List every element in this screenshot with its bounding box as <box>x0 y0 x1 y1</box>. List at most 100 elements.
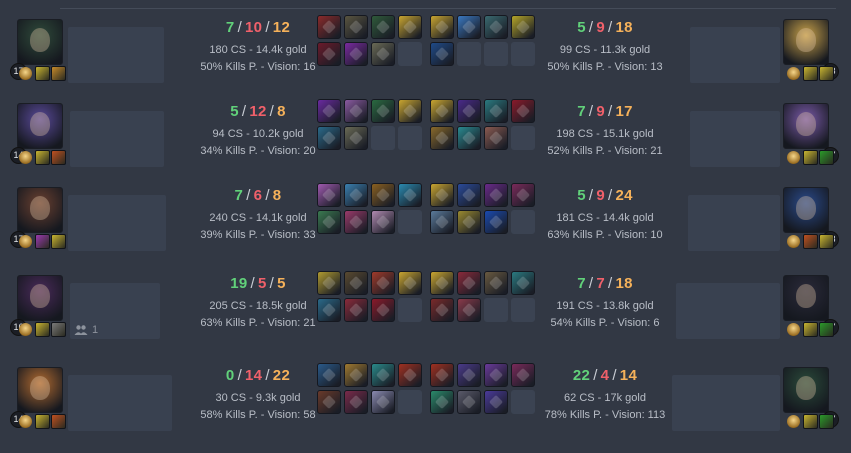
item-icon-detail <box>321 187 337 203</box>
item-icon[interactable] <box>398 15 422 39</box>
item-icon[interactable] <box>344 390 368 414</box>
item-icon[interactable] <box>457 15 481 39</box>
item-icon-detail <box>321 394 337 410</box>
item-icon[interactable] <box>371 15 395 39</box>
item-icon[interactable] <box>317 271 341 295</box>
item-icon[interactable] <box>457 99 481 123</box>
player-name-hidden <box>690 111 780 167</box>
item-icon[interactable] <box>371 99 395 123</box>
champion-portrait[interactable] <box>17 187 63 233</box>
summoner-spell-icon <box>819 150 834 165</box>
item-icon[interactable] <box>511 271 535 295</box>
item-icon[interactable] <box>371 183 395 207</box>
item-icon[interactable] <box>430 298 454 322</box>
item-icon[interactable] <box>371 271 395 295</box>
item-icon[interactable] <box>457 298 481 322</box>
champion-portrait[interactable] <box>17 19 63 65</box>
item-icon[interactable] <box>398 183 422 207</box>
item-icon[interactable] <box>430 42 454 66</box>
item-icon[interactable] <box>457 271 481 295</box>
item-icon[interactable] <box>457 363 481 387</box>
champion-portrait[interactable] <box>783 19 829 65</box>
kills: 22 <box>572 367 591 384</box>
item-icon-detail <box>461 214 477 230</box>
item-icon[interactable] <box>430 363 454 387</box>
item-icon[interactable] <box>344 271 368 295</box>
item-icon[interactable] <box>344 99 368 123</box>
champion-portrait[interactable] <box>783 187 829 233</box>
item-icon[interactable] <box>371 298 395 322</box>
party-icon <box>74 325 88 335</box>
champion-portrait[interactable] <box>783 367 829 413</box>
item-icon[interactable] <box>430 210 454 234</box>
assists: 12 <box>272 19 291 36</box>
item-icon[interactable] <box>457 126 481 150</box>
item-icon[interactable] <box>457 390 481 414</box>
item-icon[interactable] <box>344 15 368 39</box>
item-icon-detail <box>348 103 364 119</box>
summoner-spell-icon <box>51 234 66 249</box>
item-icon[interactable] <box>511 15 535 39</box>
item-icon[interactable] <box>398 363 422 387</box>
item-icon[interactable] <box>344 183 368 207</box>
item-icon[interactable] <box>344 210 368 234</box>
item-icon[interactable] <box>430 126 454 150</box>
item-icon[interactable] <box>344 126 368 150</box>
item-icon-detail <box>461 302 477 318</box>
item-icon[interactable] <box>317 363 341 387</box>
item-icon[interactable] <box>484 390 508 414</box>
item-icon[interactable] <box>344 42 368 66</box>
item-icon-detail <box>375 275 391 291</box>
item-icon[interactable] <box>484 15 508 39</box>
item-icon[interactable] <box>430 99 454 123</box>
deaths: 6 <box>253 187 263 204</box>
item-icon-detail <box>321 19 337 35</box>
item-icon[interactable] <box>371 42 395 66</box>
item-icon[interactable] <box>457 210 481 234</box>
item-icon[interactable] <box>484 126 508 150</box>
item-icon[interactable] <box>511 183 535 207</box>
item-icon[interactable] <box>484 271 508 295</box>
champion-portrait[interactable] <box>17 367 63 413</box>
item-icon[interactable] <box>317 183 341 207</box>
champion-portrait[interactable] <box>17 275 63 321</box>
kills: 7 <box>225 19 235 36</box>
item-icon[interactable] <box>511 363 535 387</box>
item-icon[interactable] <box>344 298 368 322</box>
kill-participation-vision: 63% Kills P. - Vision: 10 <box>547 229 663 241</box>
item-icon[interactable] <box>317 390 341 414</box>
item-icon[interactable] <box>398 271 422 295</box>
item-icon[interactable] <box>344 363 368 387</box>
champion-portrait[interactable] <box>783 103 829 149</box>
item-icon[interactable] <box>484 210 508 234</box>
item-icon[interactable] <box>511 99 535 123</box>
item-icon[interactable] <box>430 183 454 207</box>
deaths: 5 <box>257 275 267 292</box>
assists: 14 <box>619 367 638 384</box>
item-icon[interactable] <box>457 183 481 207</box>
summoner-spell-icon <box>35 322 50 337</box>
item-icon[interactable] <box>317 42 341 66</box>
item-icon[interactable] <box>484 363 508 387</box>
header-divider <box>60 8 836 9</box>
kill-participation-vision: 52% Kills P. - Vision: 21 <box>547 145 663 157</box>
champion-portrait[interactable] <box>783 275 829 321</box>
item-icon-detail <box>488 103 504 119</box>
champion-portrait[interactable] <box>17 103 63 149</box>
item-icon[interactable] <box>430 390 454 414</box>
item-icon[interactable] <box>371 390 395 414</box>
item-icon-detail <box>321 367 337 383</box>
item-icon[interactable] <box>371 363 395 387</box>
item-icon[interactable] <box>317 99 341 123</box>
kill-participation-vision: 78% Kills P. - Vision: 113 <box>544 409 666 421</box>
item-icon[interactable] <box>317 210 341 234</box>
item-icon[interactable] <box>430 271 454 295</box>
item-icon[interactable] <box>317 298 341 322</box>
item-icon[interactable] <box>398 99 422 123</box>
item-icon[interactable] <box>317 126 341 150</box>
item-icon[interactable] <box>484 183 508 207</box>
item-icon[interactable] <box>430 15 454 39</box>
item-icon[interactable] <box>484 99 508 123</box>
item-icon[interactable] <box>317 15 341 39</box>
item-icon[interactable] <box>371 210 395 234</box>
